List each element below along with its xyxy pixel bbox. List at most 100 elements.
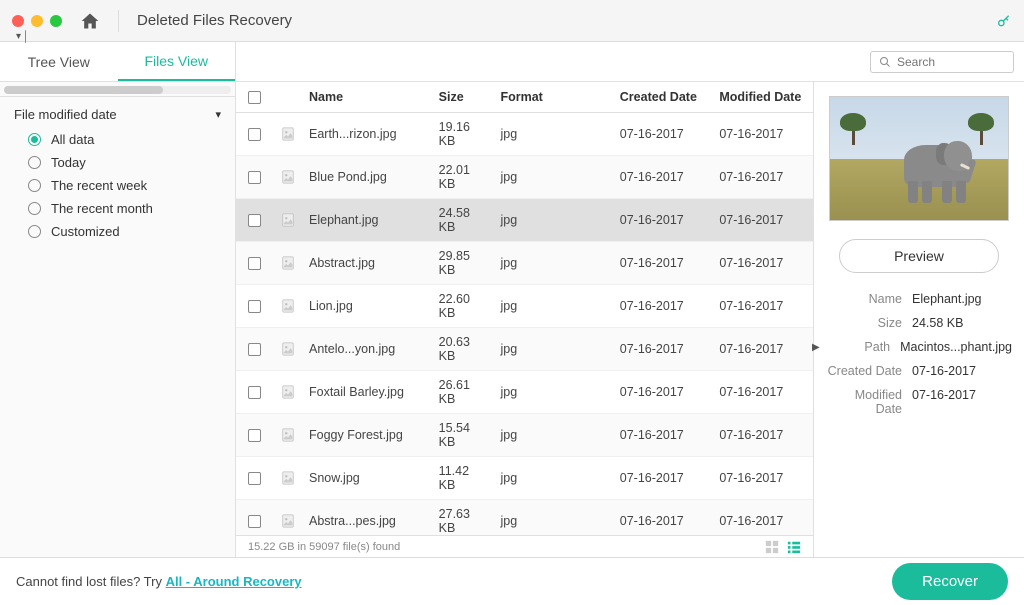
- cell-created: 07-16-2017: [614, 500, 714, 536]
- cell-created: 07-16-2017: [614, 199, 714, 242]
- list-view-icon[interactable]: [787, 540, 801, 554]
- file-row[interactable]: Antelo...yon.jpg20.63 KBjpg07-16-201707-…: [236, 328, 813, 371]
- tab-files-view[interactable]: Files View: [118, 42, 236, 81]
- column-modified[interactable]: Modified Date: [713, 82, 813, 113]
- filter-option[interactable]: The recent month: [28, 197, 221, 220]
- cell-size: 19.16 KB: [433, 113, 495, 156]
- cell-modified: 07-16-2017: [713, 285, 813, 328]
- image-file-icon: [281, 342, 295, 356]
- filter-title: File modified date: [14, 107, 117, 122]
- recover-button[interactable]: Recover: [892, 563, 1008, 600]
- filter-option-label: Customized: [51, 224, 120, 239]
- column-format[interactable]: Format: [494, 82, 613, 113]
- filter-option-label: The recent month: [51, 201, 153, 216]
- cell-name: Abstra...pes.jpg: [303, 500, 433, 536]
- image-file-icon: [281, 471, 295, 485]
- maximize-window-button[interactable]: [50, 15, 62, 27]
- search-row: [236, 42, 1024, 82]
- row-checkbox[interactable]: [248, 300, 261, 313]
- grid-view-icon[interactable]: [765, 540, 779, 554]
- file-row[interactable]: Snow.jpg11.42 KBjpg07-16-201707-16-2017: [236, 457, 813, 500]
- radio-icon[interactable]: [28, 179, 41, 192]
- meta-value-modified: 07-16-2017: [912, 388, 976, 416]
- radio-icon[interactable]: [28, 225, 41, 238]
- cell-size: 22.01 KB: [433, 156, 495, 199]
- filter-option[interactable]: All data: [28, 128, 221, 151]
- meta-label-path: Path: [826, 340, 900, 354]
- all-around-recovery-link[interactable]: All - Around Recovery: [166, 574, 302, 589]
- chevron-down-icon[interactable]: ▾: [16, 31, 21, 42]
- cell-name: Antelo...yon.jpg: [303, 328, 433, 371]
- file-row[interactable]: Lion.jpg22.60 KBjpg07-16-201707-16-2017: [236, 285, 813, 328]
- row-checkbox[interactable]: [248, 429, 261, 442]
- home-icon[interactable]: [80, 11, 100, 31]
- footer-text: Cannot find lost files? Try All - Around…: [16, 574, 302, 589]
- row-checkbox[interactable]: [248, 128, 261, 141]
- cell-created: 07-16-2017: [614, 285, 714, 328]
- file-table-wrap[interactable]: Name Size Format Created Date Modified D…: [236, 82, 813, 535]
- meta-label-modified: Modified Date: [826, 388, 912, 416]
- row-checkbox[interactable]: [248, 214, 261, 227]
- search-input[interactable]: [897, 55, 1005, 69]
- search-box[interactable]: [870, 51, 1014, 73]
- cell-modified: 07-16-2017: [713, 113, 813, 156]
- preview-image: [829, 96, 1009, 221]
- filter-section: File modified date ▾ All dataTodayThe re…: [0, 96, 235, 247]
- row-checkbox[interactable]: [248, 343, 261, 356]
- preview-button[interactable]: Preview: [839, 239, 999, 273]
- sidebar: Tree View Files View ▾Macintosh HD(59097…: [0, 42, 236, 557]
- file-row[interactable]: Abstra...pes.jpg27.63 KBjpg07-16-201707-…: [236, 500, 813, 536]
- key-icon[interactable]: [996, 13, 1012, 29]
- meta-value-size: 24.58 KB: [912, 316, 963, 330]
- cell-name: Abstract.jpg: [303, 242, 433, 285]
- filter-option[interactable]: Customized: [28, 220, 221, 243]
- meta-label-name: Name: [826, 292, 912, 306]
- chevron-down-icon: ▾: [215, 108, 221, 121]
- radio-icon[interactable]: [28, 133, 41, 146]
- file-row[interactable]: Earth...rizon.jpg19.16 KBjpg07-16-201707…: [236, 113, 813, 156]
- tree-item[interactable]: ▾Macintosh HD(59097): [0, 16, 26, 48]
- minimize-window-button[interactable]: [31, 15, 43, 27]
- preview-panel: ▶: [814, 82, 1024, 557]
- column-name[interactable]: Name: [303, 82, 433, 113]
- title-bar: Deleted Files Recovery: [0, 0, 1024, 42]
- cell-modified: 07-16-2017: [713, 500, 813, 536]
- file-tree: ▾Macintosh HD(59097)▾Photo(18448)▾png(13…: [0, 8, 26, 48]
- cell-modified: 07-16-2017: [713, 156, 813, 199]
- file-row[interactable]: Blue Pond.jpg22.01 KBjpg07-16-201707-16-…: [236, 156, 813, 199]
- cell-created: 07-16-2017: [614, 328, 714, 371]
- image-file-icon: [281, 127, 295, 141]
- radio-icon[interactable]: [28, 202, 41, 215]
- file-row[interactable]: Elephant.jpg24.58 KBjpg07-16-201707-16-2…: [236, 199, 813, 242]
- cell-format: jpg: [494, 242, 613, 285]
- cell-format: jpg: [494, 156, 613, 199]
- file-table: Name Size Format Created Date Modified D…: [236, 82, 813, 535]
- column-created[interactable]: Created Date: [614, 82, 714, 113]
- cell-name: Elephant.jpg: [303, 199, 433, 242]
- meta-value-created: 07-16-2017: [912, 364, 976, 378]
- row-checkbox[interactable]: [248, 515, 261, 528]
- preview-metadata: NameElephant.jpg Size24.58 KB PathMacint…: [826, 287, 1012, 421]
- row-checkbox[interactable]: [248, 257, 261, 270]
- radio-icon[interactable]: [28, 156, 41, 169]
- row-checkbox[interactable]: [248, 386, 261, 399]
- image-file-icon: [281, 256, 295, 270]
- tree-checkbox[interactable]: [25, 30, 26, 43]
- file-row[interactable]: Abstract.jpg29.85 KBjpg07-16-201707-16-2…: [236, 242, 813, 285]
- cell-size: 11.42 KB: [433, 457, 495, 500]
- image-file-icon: [281, 299, 295, 313]
- row-checkbox[interactable]: [248, 171, 261, 184]
- filter-option[interactable]: The recent week: [28, 174, 221, 197]
- tree-horizontal-scrollbar[interactable]: [4, 86, 231, 94]
- filter-option[interactable]: Today: [28, 151, 221, 174]
- column-size[interactable]: Size: [433, 82, 495, 113]
- filter-header[interactable]: File modified date ▾: [14, 103, 221, 126]
- file-row[interactable]: Foggy Forest.jpg15.54 KBjpg07-16-201707-…: [236, 414, 813, 457]
- file-row[interactable]: Foxtail Barley.jpg26.61 KBjpg07-16-20170…: [236, 371, 813, 414]
- row-checkbox[interactable]: [248, 472, 261, 485]
- select-all-checkbox[interactable]: [248, 91, 261, 104]
- cell-format: jpg: [494, 371, 613, 414]
- collapse-preview-icon[interactable]: ▶: [812, 342, 820, 353]
- cell-name: Blue Pond.jpg: [303, 156, 433, 199]
- cell-format: jpg: [494, 414, 613, 457]
